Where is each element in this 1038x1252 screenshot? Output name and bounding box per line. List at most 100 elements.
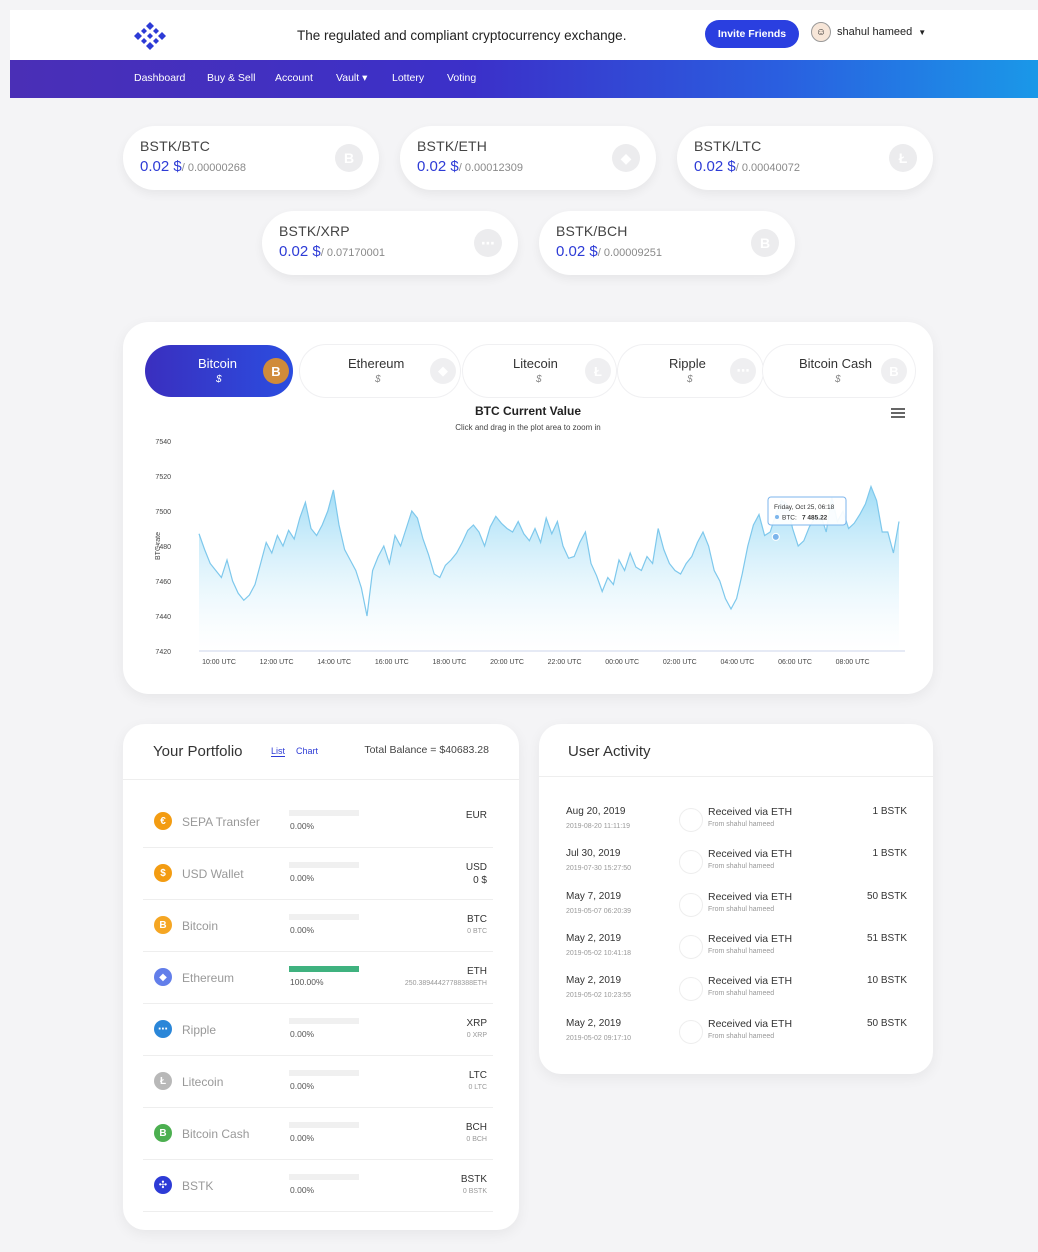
- asset-name: Ethereum: [182, 971, 235, 985]
- y-tick-label: 7420: [155, 649, 171, 656]
- ticker-card[interactable]: BSTK/BTC 0.02 $/ 0.00000268 B: [123, 126, 379, 190]
- allocation-percent: 0.00%: [290, 821, 315, 831]
- asset-cell: B Bitcoin: [143, 900, 280, 952]
- activity-type: Received via ETH: [708, 1017, 793, 1030]
- x-tick-label: 08:00 UTC: [836, 659, 870, 666]
- activity-date: May 7, 2019: [566, 890, 622, 902]
- ticker-card[interactable]: BSTK/XRP 0.02 $/ 0.07170001 ⋯: [262, 211, 518, 275]
- litecoin-icon: Ł: [154, 1072, 172, 1090]
- activity-date: May 2, 2019: [566, 1017, 622, 1029]
- x-tick-label: 22:00 UTC: [548, 659, 582, 666]
- activity-from: From shahul hameed: [708, 1032, 775, 1040]
- asset-name: Bitcoin Cash: [182, 1127, 250, 1141]
- portfolio-row[interactable]: ⋯ Ripple 0.00% XRP 0 XRP: [143, 1004, 493, 1056]
- activity-timestamp: 2019-05-02 10:23:55: [566, 992, 631, 1000]
- portfolio-row[interactable]: € SEPA Transfer 0.00% EUR: [143, 796, 493, 848]
- asset-amount: 0 BSTK: [462, 1188, 487, 1195]
- asset-amount: 0 BTC: [467, 928, 487, 935]
- allocation-percent: 100.00%: [290, 977, 324, 987]
- allocation-percent: 0.00%: [290, 873, 315, 883]
- x-tick-label: 14:00 UTC: [317, 659, 351, 666]
- x-tick-label: 02:00 UTC: [663, 659, 697, 666]
- nav-voting[interactable]: Voting: [447, 72, 476, 84]
- ethereum-icon: ◆: [154, 968, 172, 986]
- ticker-card[interactable]: BSTK/LTC 0.02 $/ 0.00040072 Ł: [677, 126, 933, 190]
- invite-friends-button[interactable]: Invite Friends: [705, 20, 799, 48]
- asset-name: Litecoin: [182, 1075, 224, 1089]
- nav-vault[interactable]: Vault ▾: [336, 72, 367, 84]
- avatar: ☺: [811, 22, 831, 42]
- nav-lottery[interactable]: Lottery: [392, 72, 424, 84]
- activity-amount: 1 BSTK: [872, 848, 907, 860]
- activity-amount: 1 BSTK: [872, 806, 907, 817]
- user-name: shahul hameed: [837, 26, 913, 38]
- activity-amount: 50 BSTK: [866, 890, 907, 902]
- activity-status-icon: [679, 808, 703, 832]
- portfolio-row[interactable]: $ USD Wallet 0.00% USD 0 $: [143, 848, 493, 900]
- y-tick-label: 7540: [155, 439, 171, 446]
- asset-cell: $ USD Wallet: [143, 848, 280, 900]
- allocation-cell: 0.00% XRP 0 XRP: [280, 1004, 493, 1056]
- activity-date: May 2, 2019: [566, 975, 622, 987]
- ticker-pair: BSTK/BTC: [140, 138, 211, 154]
- x-tick-label: 10:00 UTC: [202, 659, 236, 666]
- tooltip-series-dot: [775, 515, 779, 519]
- portfolio-row[interactable]: B Bitcoin Cash 0.00% BCH 0 BCH: [143, 1108, 493, 1160]
- tab-list[interactable]: List: [271, 746, 286, 757]
- allocation-percent: 0.00%: [290, 1185, 315, 1195]
- y-tick-label: 7500: [155, 509, 171, 516]
- price-chart-card: Bitcoin $ B Ethereum $ ◆ Litecoin $ Ł Ri…: [123, 322, 933, 694]
- bstk-logo-icon[interactable]: [130, 20, 170, 52]
- divider: [539, 776, 933, 777]
- top-header: The regulated and compliant cryptocurren…: [10, 10, 1038, 60]
- tab-chart[interactable]: Chart: [296, 746, 318, 756]
- asset-cell: € SEPA Transfer: [143, 796, 280, 848]
- allocation-bar: [289, 1018, 359, 1024]
- user-activity-card: User Activity Aug 20, 2019 2019-08-20 11:…: [539, 724, 933, 1074]
- allocation-cell: 0.00% BCH 0 BCH: [280, 1108, 493, 1160]
- x-tick-label: 20:00 UTC: [490, 659, 524, 666]
- ticker-card[interactable]: BSTK/BCH 0.02 $/ 0.00009251 B: [539, 211, 795, 275]
- asset-name: Ripple: [182, 1023, 217, 1037]
- activity-type: Received via ETH: [708, 932, 793, 945]
- allocation-bar: [289, 862, 359, 868]
- ticker-price: 0.02 $/ 0.00000268: [140, 158, 246, 175]
- asset-cell: B Bitcoin Cash: [143, 1108, 280, 1160]
- x-tick-label: 16:00 UTC: [375, 659, 409, 666]
- allocation-bar: [289, 810, 359, 816]
- tooltip-value: 7 485.22: [802, 515, 828, 522]
- ticker-price: 0.02 $/ 0.07170001: [279, 243, 385, 260]
- asset-cell: ✣ BSTK: [143, 1160, 280, 1212]
- x-tick-label: 06:00 UTC: [778, 659, 812, 666]
- user-menu[interactable]: ☺ shahul hameed ▼: [811, 22, 926, 42]
- portfolio-row[interactable]: Ł Litecoin 0.00% LTC 0 LTC: [143, 1056, 493, 1108]
- bitcoin-icon: B: [335, 144, 363, 172]
- asset-name: Bitcoin: [182, 919, 219, 933]
- asset-code: BSTK: [460, 1174, 487, 1185]
- activity-date: Jul 30, 2019: [566, 848, 621, 860]
- asset-name: USD Wallet: [182, 867, 244, 881]
- ticker-card[interactable]: BSTK/ETH 0.02 $/ 0.00012309 ◆: [400, 126, 656, 190]
- asset-code: BCH: [465, 1122, 487, 1133]
- total-balance: Total Balance = $40683.28: [364, 744, 489, 756]
- portfolio-row[interactable]: B Bitcoin 0.00% BTC 0 BTC: [143, 900, 493, 952]
- y-tick-label: 7460: [155, 579, 171, 586]
- activity-amount: 51 BSTK: [866, 932, 907, 944]
- activity-from: From shahul hameed: [708, 947, 775, 955]
- activity-status-icon: [679, 934, 703, 959]
- allocation-cell: 0.00% EUR: [280, 796, 493, 848]
- asset-cell: ⋯ Ripple: [143, 1004, 280, 1056]
- nav-buy-sell[interactable]: Buy & Sell: [207, 72, 255, 84]
- tooltip-date: Friday, Oct 25, 06:18: [774, 504, 835, 511]
- ticker-pair: BSTK/BCH: [556, 223, 628, 239]
- chevron-down-icon: ▼: [918, 27, 927, 37]
- asset-name: BSTK: [182, 1179, 214, 1193]
- nav-account[interactable]: Account: [275, 72, 313, 84]
- ticker-price: 0.02 $/ 0.00012309: [417, 158, 523, 175]
- btc-area-chart[interactable]: 7420744074607480750075207540BTC rate10:0…: [123, 322, 933, 694]
- portfolio-row[interactable]: ✣ BSTK 0.00% BSTK 0 BSTK: [143, 1160, 493, 1212]
- activity-timestamp: 2019-08-20 11:11:19: [566, 823, 630, 830]
- nav-dashboard[interactable]: Dashboard: [134, 72, 185, 84]
- portfolio-row[interactable]: ◆ Ethereum 100.00% ETH 250.38944427788388ETH: [143, 952, 493, 1004]
- activity-row: May 2, 2019 2019-05-02 10:41:18 Received v…: [539, 933, 933, 973]
